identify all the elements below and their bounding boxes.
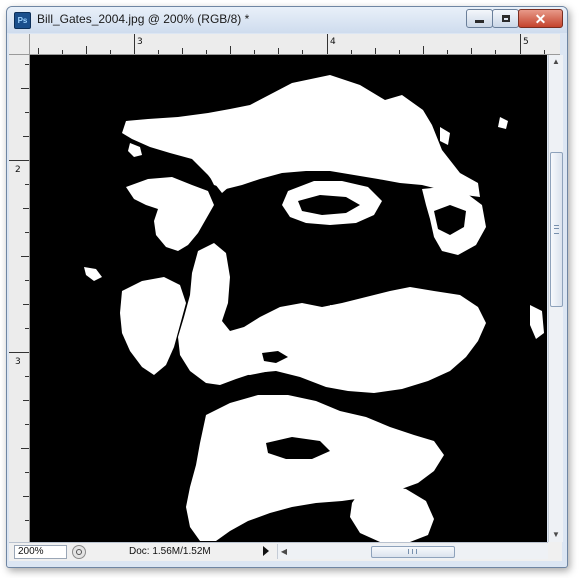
horizontal-scrollbar[interactable]: ◀ ▶ xyxy=(277,544,560,559)
scroll-left-icon[interactable]: ◀ xyxy=(278,544,290,559)
maximize-icon xyxy=(501,15,510,22)
vertical-ruler-ticks: 2 3 xyxy=(9,64,29,521)
face-threshold-image xyxy=(30,55,547,542)
document-size-info: Doc: 1.56M/1.52M xyxy=(129,546,211,557)
vertical-ruler[interactable]: 2 3 xyxy=(9,55,30,542)
close-icon: ✕ xyxy=(534,10,547,27)
status-bar: 200% Doc: 1.56M/1.52M ◀ ▶ xyxy=(9,542,562,561)
minimize-icon xyxy=(475,20,484,23)
ruler-label-3: 3 xyxy=(137,37,143,47)
status-toggle-icon[interactable] xyxy=(72,545,86,559)
maximize-button[interactable] xyxy=(492,9,519,28)
ruler-label-2: 2 xyxy=(15,165,21,175)
vertical-scroll-thumb[interactable] xyxy=(550,152,563,307)
horizontal-grip-icon xyxy=(408,549,417,554)
zoom-level-field[interactable]: 200% xyxy=(14,545,67,559)
ruler-label-4: 4 xyxy=(330,37,336,47)
close-button[interactable]: ✕ xyxy=(518,9,563,28)
image-canvas[interactable] xyxy=(30,55,547,542)
document-title: Bill_Gates_2004.jpg @ 200% (RGB/8) * xyxy=(37,12,250,26)
scroll-down-icon[interactable]: ▼ xyxy=(549,528,563,542)
vertical-scrollbar[interactable]: ▲ ▼ xyxy=(548,55,563,542)
ruler-label-5: 5 xyxy=(523,37,529,47)
horizontal-scroll-thumb[interactable] xyxy=(371,546,455,558)
horizontal-ruler[interactable]: 3 4 5 xyxy=(30,34,560,55)
photoshop-app-icon: Ps xyxy=(14,12,31,29)
document-window: Ps Bill_Gates_2004.jpg @ 200% (RGB/8) * … xyxy=(6,6,568,568)
title-bar[interactable]: Ps Bill_Gates_2004.jpg @ 200% (RGB/8) * … xyxy=(7,7,567,33)
minimize-button[interactable] xyxy=(466,9,493,28)
vertical-grip-icon xyxy=(554,225,559,234)
horizontal-ruler-ticks: 3 4 5 xyxy=(38,34,545,54)
ruler-label-3-vertical: 3 xyxy=(15,357,21,367)
status-menu-arrow-icon[interactable] xyxy=(263,546,269,556)
resize-grip[interactable] xyxy=(548,542,562,560)
scroll-up-icon[interactable]: ▲ xyxy=(549,55,563,69)
ruler-origin[interactable] xyxy=(9,34,30,55)
